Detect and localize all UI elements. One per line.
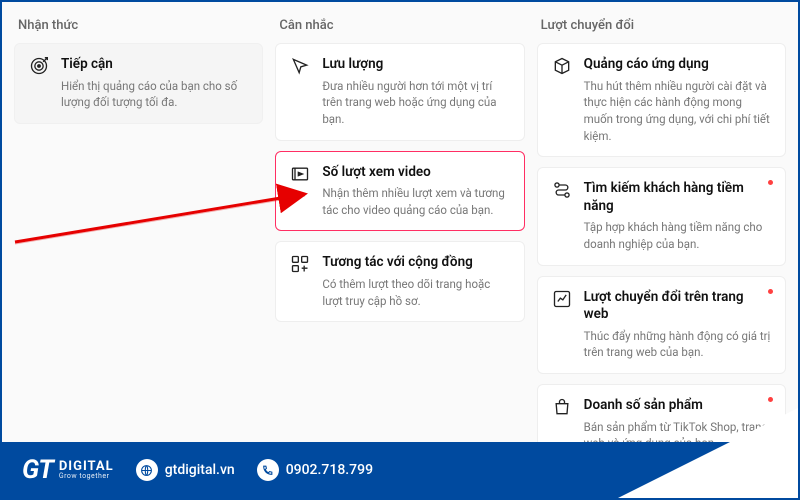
objectives-grid: Nhận thức Tiếp cận Hiển thị quảng cáo củ… [2, 2, 798, 442]
column-header-consideration: Cân nhắc [275, 18, 524, 33]
card-title: Lượt chuyển đổi trên trang web [584, 289, 771, 324]
footer-triangle-decor [618, 408, 798, 498]
cursor-icon [290, 56, 310, 76]
card-title: Số lượt xem video [322, 164, 509, 182]
phone-text: 0902.718.799 [286, 462, 373, 478]
column-header-conversion: Lượt chuyển đổi [537, 18, 786, 33]
footer-phone[interactable]: 0902.718.799 [257, 459, 373, 481]
card-community[interactable]: Tương tác với cộng đồng Có thêm lượt the… [275, 241, 524, 322]
card-body: Lượt chuyển đổi trên trang web Thúc đẩy … [584, 289, 771, 361]
video-icon [290, 164, 310, 184]
card-title: Tương tác với cộng đồng [322, 254, 509, 272]
card-body: Số lượt xem video Nhận thêm nhiều lượt x… [322, 164, 509, 219]
column-conversion: Lượt chuyển đổi Quảng cáo ứng dụng Thu h… [537, 18, 786, 426]
community-icon [290, 254, 310, 274]
bag-icon [552, 397, 572, 417]
website-text: gtdigital.vn [165, 462, 235, 478]
card-body: Lưu lượng Đưa nhiều người hơn tới một vị… [322, 56, 509, 128]
card-desc: Thu hút thêm nhiều người cài đặt và thực… [584, 78, 771, 145]
card-desc: Tập hợp khách hàng tiềm năng cho doanh n… [584, 219, 771, 252]
card-title: Quảng cáo ứng dụng [584, 56, 771, 74]
card-video-views[interactable]: Số lượt xem video Nhận thêm nhiều lượt x… [275, 151, 524, 232]
card-body: Tương tác với cộng đồng Có thêm lượt the… [322, 254, 509, 309]
column-header-awareness: Nhận thức [14, 18, 263, 33]
card-lead-gen[interactable]: Tìm kiếm khách hàng tiềm năng Tập hợp kh… [537, 167, 786, 265]
target-icon [29, 56, 49, 76]
card-reach[interactable]: Tiếp cận Hiển thị quảng cáo của bạn cho … [14, 43, 263, 124]
card-title: Tiếp cận [61, 56, 248, 74]
card-desc: Đưa nhiều người hơn tới một vị trí trên … [322, 78, 509, 128]
card-desc: Nhận thêm nhiều lượt xem và tương tác ch… [322, 185, 509, 218]
column-awareness: Nhận thức Tiếp cận Hiển thị quảng cáo củ… [14, 18, 263, 426]
footer-logo: GT DIGITAL Grow together [22, 455, 114, 485]
column-consideration: Cân nhắc Lưu lượng Đưa nhiều người hơn t… [275, 18, 524, 426]
brand-tagline: Grow together [59, 473, 114, 480]
cube-icon [552, 56, 572, 76]
card-body: Tìm kiếm khách hàng tiềm năng Tập hợp kh… [584, 180, 771, 252]
card-app-promo[interactable]: Quảng cáo ứng dụng Thu hút thêm nhiều ng… [537, 43, 786, 157]
new-badge-icon [768, 180, 773, 185]
card-desc: Thúc đẩy những hành động có giá trị trên… [584, 328, 771, 361]
phone-icon [257, 459, 279, 481]
logo-mark-icon: GT [22, 455, 53, 485]
card-desc: Có thêm lượt theo dõi trang hoặc lượt tr… [322, 276, 509, 309]
card-title: Tìm kiếm khách hàng tiềm năng [584, 180, 771, 215]
card-title: Lưu lượng [322, 56, 509, 74]
footer-website[interactable]: gtdigital.vn [136, 459, 235, 481]
card-traffic[interactable]: Lưu lượng Đưa nhiều người hơn tới một vị… [275, 43, 524, 141]
route-icon [552, 180, 572, 200]
new-badge-icon [768, 289, 773, 294]
card-body: Quảng cáo ứng dụng Thu hút thêm nhiều ng… [584, 56, 771, 144]
card-web-conversion[interactable]: Lượt chuyển đổi trên trang web Thúc đẩy … [537, 276, 786, 374]
card-desc: Hiển thị quảng cáo của bạn cho số lượng … [61, 78, 248, 111]
new-badge-icon [768, 397, 773, 402]
card-body: Tiếp cận Hiển thị quảng cáo của bạn cho … [61, 56, 248, 111]
globe-icon [136, 459, 158, 481]
chart-up-icon [552, 289, 572, 309]
